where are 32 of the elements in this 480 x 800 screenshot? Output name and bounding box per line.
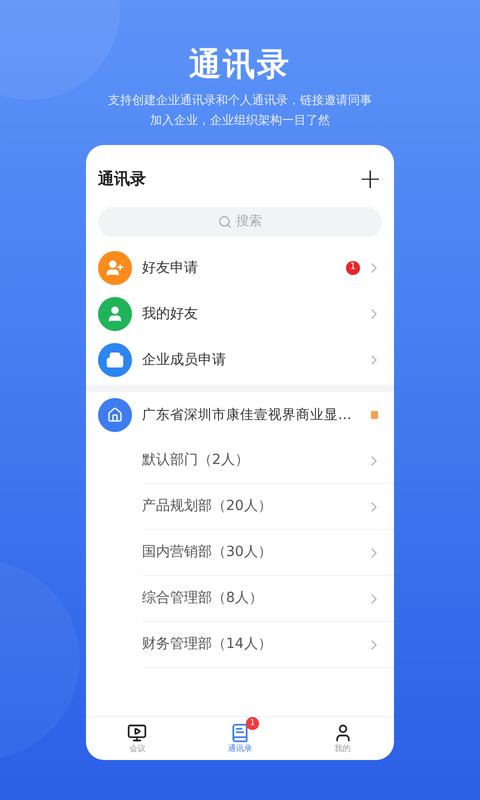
department-label: 财务管理部（14人） [142, 635, 273, 654]
item-label: 我的好友 [142, 304, 199, 324]
search-placeholder: 搜索 [236, 213, 262, 232]
subtitle-text: 加入企业，企业组织架构一目了然 [150, 112, 330, 129]
count-badge: 1 [346, 261, 360, 275]
list-item[interactable]: 好友申请 1 [86, 245, 394, 291]
department-item[interactable]: 国内营销部（30人） [142, 530, 394, 576]
department-label: 默认部门（2人） [142, 451, 250, 470]
add-button[interactable]: + [358, 165, 382, 193]
search-icon [218, 215, 232, 229]
monitor-play-icon [127, 722, 148, 742]
company-row[interactable]: 广东省深圳市康佳壹视界商业显… [86, 392, 394, 438]
screen-title: 通讯录 [98, 168, 146, 190]
tab-item[interactable]: 1 通讯录 [188, 717, 292, 760]
department-label: 综合管理部（8人） [142, 589, 264, 608]
count-badge: 1 [246, 716, 259, 730]
subtitle-text: 支持创建企业通讯录和个人通讯录，链接邀请同事 [108, 92, 372, 109]
list-item[interactable]: 企业成员申请 [86, 337, 394, 383]
list-item[interactable]: 我的好友 [86, 291, 394, 337]
item-label: 企业成员申请 [142, 350, 227, 370]
book-icon [230, 722, 250, 742]
company-logo-icon [98, 398, 132, 432]
department-item[interactable]: 产品规划部（20人） [142, 484, 394, 530]
item-label: 好友申请 [142, 258, 199, 278]
department-item[interactable]: 财务管理部（14人） [142, 622, 394, 668]
department-label: 产品规划部（20人） [142, 497, 273, 516]
department-item[interactable]: 综合管理部（8人） [142, 576, 394, 622]
tag-icon [371, 411, 378, 419]
company-name: 广东省深圳市康佳壹视界商业显… [142, 406, 352, 425]
department-item[interactable]: 默认部门（2人） [142, 438, 394, 484]
department-label: 国内营销部（30人） [142, 543, 273, 562]
page-title: 通讯录 [189, 44, 291, 84]
